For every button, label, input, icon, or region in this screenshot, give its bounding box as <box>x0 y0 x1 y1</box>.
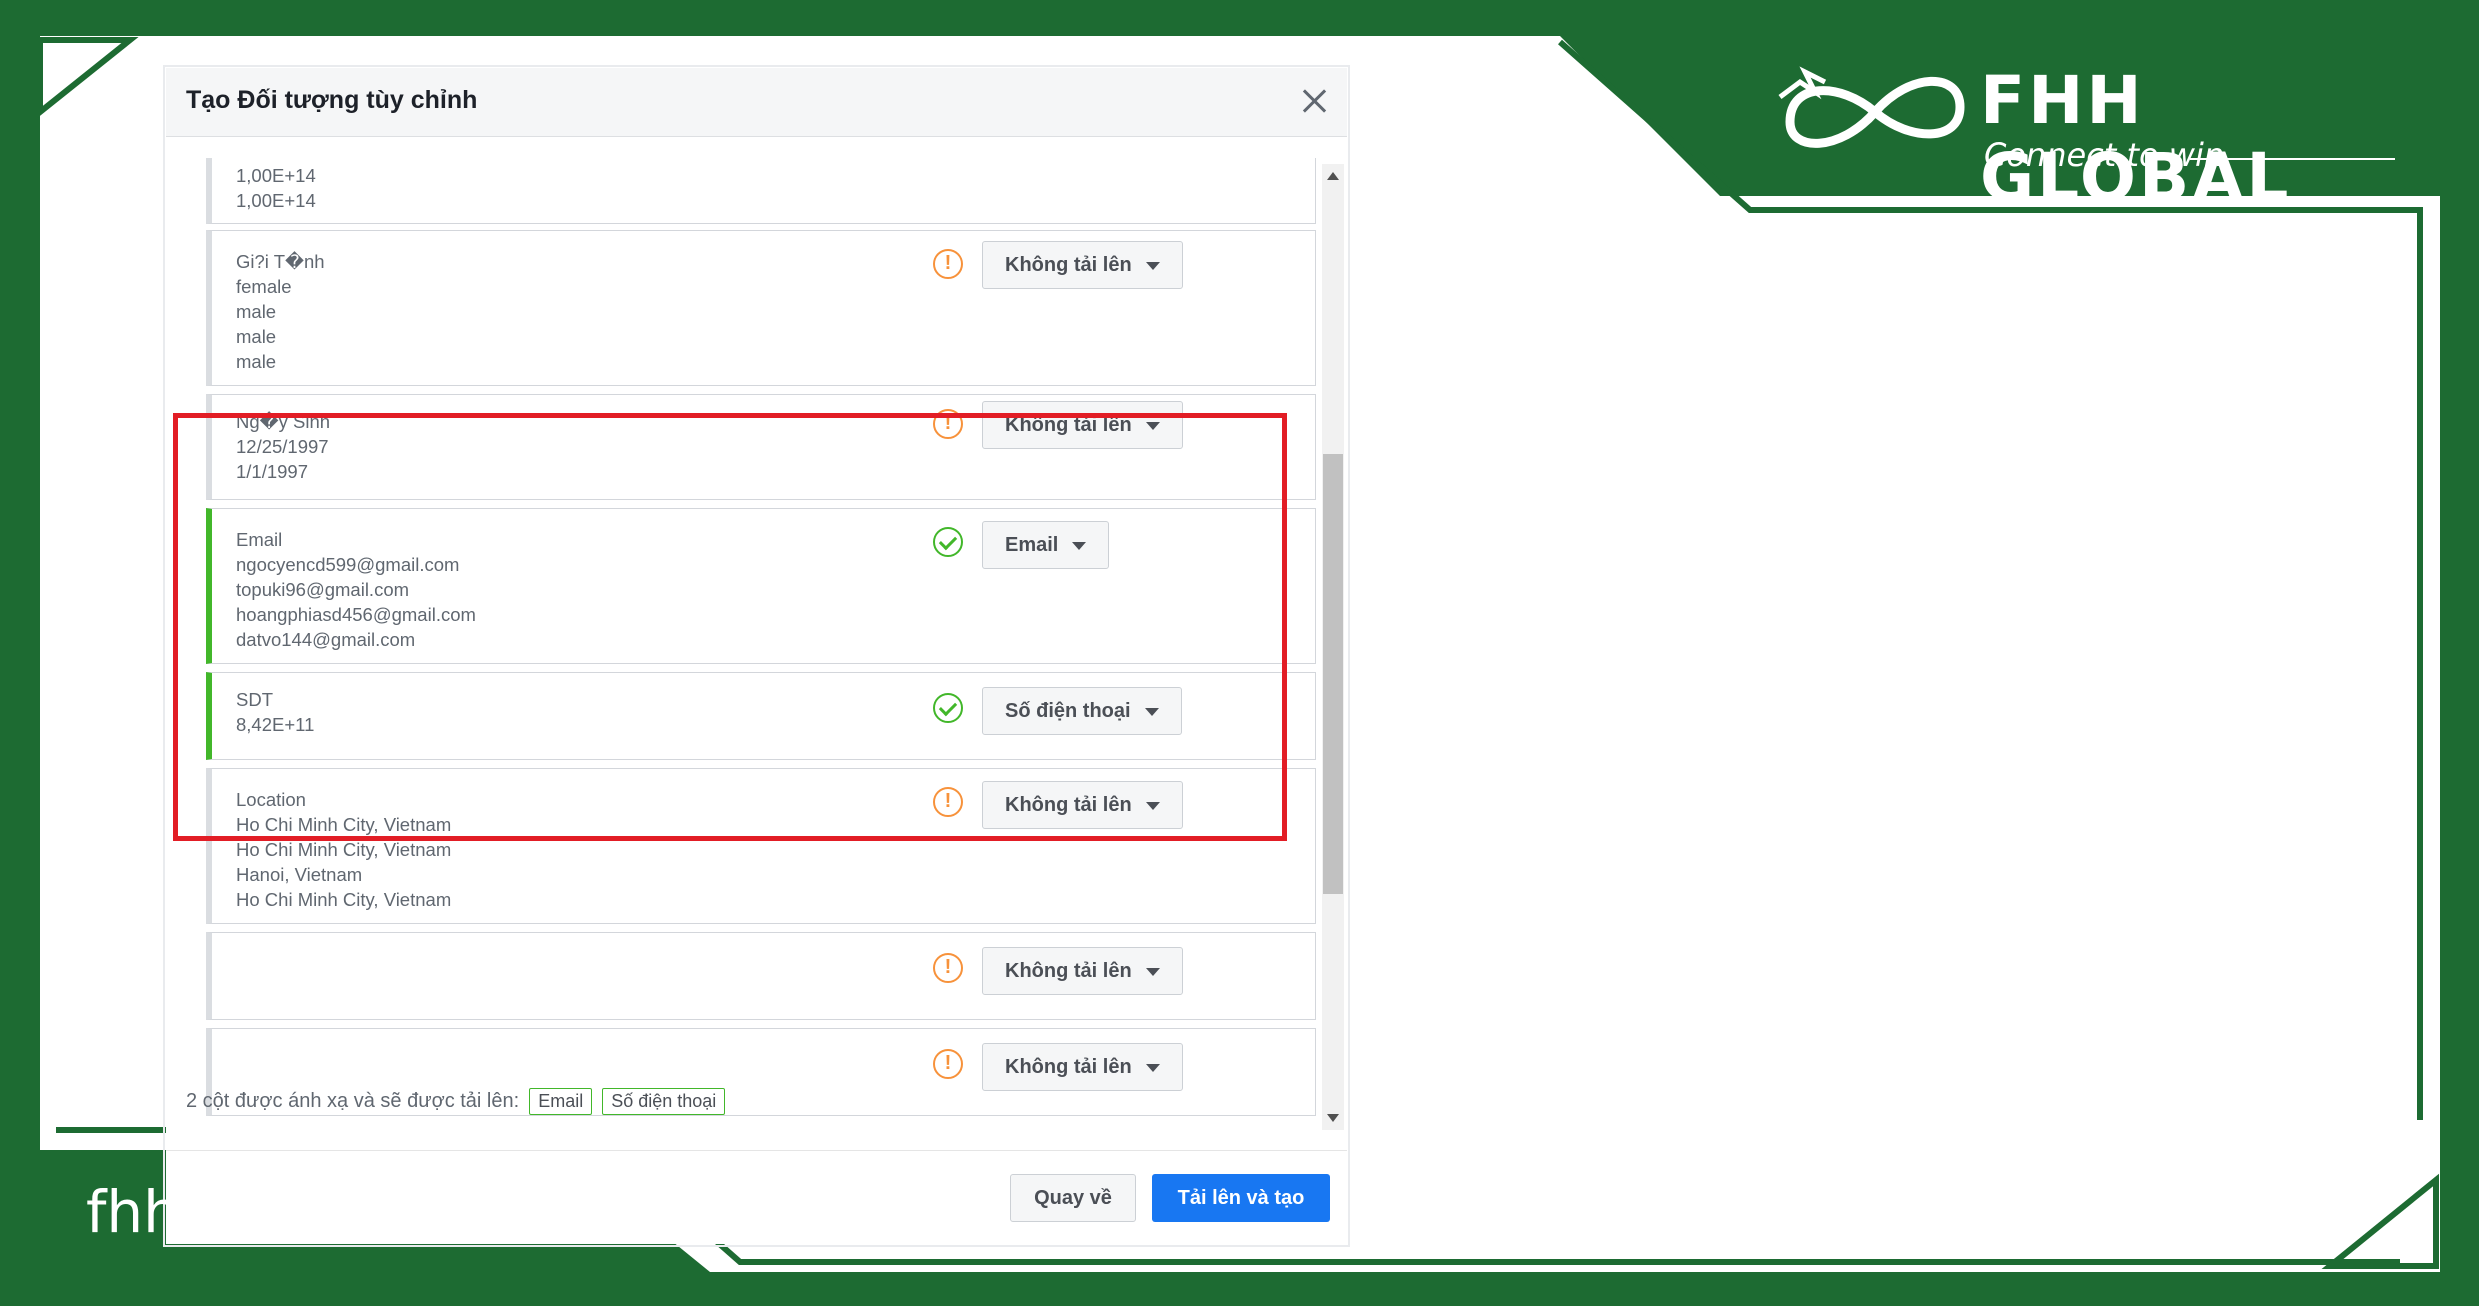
mapping-dropdown-label: Số điện thoại <box>1005 700 1131 722</box>
caret-down-icon <box>1145 801 1160 810</box>
scrollbar[interactable] <box>1322 164 1344 1130</box>
mapping-row-email: Email ngocyencd599@gmail.com topuki96@gm… <box>206 508 1316 664</box>
mapped-columns-note: 2 cột được ánh xạ và sẽ được tải lên: Ema… <box>186 1088 726 1115</box>
warning-icon <box>933 953 963 983</box>
mapped-columns-text: 2 cột được ánh xạ và sẽ được tải lên: <box>186 1090 520 1112</box>
close-icon[interactable] <box>1299 86 1329 116</box>
caret-down-icon <box>1145 1063 1160 1072</box>
row-value: Ho Chi Minh City, Vietnam <box>236 814 452 835</box>
scroll-up-arrow-icon[interactable] <box>1327 172 1339 180</box>
dragon-infinity-icon <box>1778 66 1965 148</box>
row-value: topuki96@gmail.com <box>236 579 410 600</box>
row-value: 12/25/1997 <box>236 436 329 457</box>
tagline-underline <box>2190 158 2395 160</box>
mapping-dropdown[interactable]: Không tải lên <box>982 781 1183 829</box>
dialog-title: Tạo Đối tượng tùy chỉnh <box>186 86 478 114</box>
mapped-chip-phone: Số điện thoại <box>602 1088 726 1115</box>
row-value: male <box>236 351 277 372</box>
warning-icon <box>933 409 963 439</box>
check-circle-icon <box>933 693 963 723</box>
mapping-row-phone: SDT 8,42E+11 Số điện thoại <box>206 672 1316 760</box>
back-button[interactable]: Quay về <box>1010 1174 1136 1222</box>
warning-icon <box>933 787 963 817</box>
mapping-row: 1,00E+14 1,00E+14 <box>206 158 1316 224</box>
row-value: ngocyencd599@gmail.com <box>236 554 460 575</box>
warning-icon <box>933 249 963 279</box>
brand-tagline: Connect to win <box>1984 136 2225 174</box>
mapping-dropdown-label: Email <box>1005 534 1059 556</box>
column-header: SDT <box>236 689 273 710</box>
caret-down-icon <box>1145 421 1160 430</box>
column-header: Gi?i T�nh <box>236 251 325 272</box>
upload-and-create-button[interactable]: Tải lên và tạo <box>1152 1174 1330 1222</box>
scroll-down-arrow-icon[interactable] <box>1327 1114 1339 1122</box>
mapping-dropdown-label: Không tải lên <box>1005 254 1132 276</box>
create-custom-audience-dialog: Tạo Đối tượng tùy chỉnh 1,00E+14 1,00E+1… <box>166 68 1347 1244</box>
dialog-header: Tạo Đối tượng tùy chỉnh <box>166 68 1347 137</box>
warning-icon <box>933 1049 963 1079</box>
brand-logo: FHH GLOBAL Connect to win <box>1770 52 2420 216</box>
mapping-dropdown[interactable]: Không tải lên <box>982 241 1183 289</box>
column-header: Location <box>236 789 306 810</box>
caret-down-icon <box>1145 967 1160 976</box>
mapping-dropdown[interactable]: Email <box>982 521 1110 569</box>
mapping-dropdown-label: Không tải lên <box>1005 414 1132 436</box>
mapping-row-location: Location Ho Chi Minh City, Vietnam Ho Ch… <box>206 768 1316 924</box>
column-header: Ng�y Sinh <box>236 411 331 432</box>
row-value: 1,00E+14 <box>236 165 316 186</box>
mapping-dropdown[interactable]: Không tải lên <box>982 401 1183 449</box>
mapping-row-birthday: Ng�y Sinh 12/25/1997 1/1/1997 Không tải … <box>206 394 1316 500</box>
mapping-dropdown-label: Không tải lên <box>1005 1056 1132 1078</box>
row-value: 1/1/1997 <box>236 461 309 482</box>
column-mapping-list[interactable]: 1,00E+14 1,00E+14 Gi?i T�nh female male … <box>166 158 1347 1135</box>
row-value: Hanoi, Vietnam <box>236 864 363 885</box>
footer-divider <box>166 1150 1347 1151</box>
row-value: Ho Chi Minh City, Vietnam <box>236 839 452 860</box>
mapped-chip-email: Email <box>529 1088 593 1115</box>
row-value: datvo144@gmail.com <box>236 629 416 650</box>
row-value: male <box>236 326 277 347</box>
mapping-dropdown[interactable]: Số điện thoại <box>982 687 1182 735</box>
row-value: hoangphiasd456@gmail.com <box>236 604 476 625</box>
scrollbar-thumb[interactable] <box>1323 454 1343 894</box>
row-value: 1,00E+14 <box>236 190 316 211</box>
row-value: 8,42E+11 <box>236 714 315 735</box>
mapping-dropdown[interactable]: Không tải lên <box>982 947 1183 995</box>
caret-down-icon <box>1144 707 1159 716</box>
mapping-dropdown-label: Không tải lên <box>1005 794 1132 816</box>
caret-down-icon <box>1145 261 1160 270</box>
column-header: Email <box>236 529 283 550</box>
mapping-dropdown-label: Không tải lên <box>1005 960 1132 982</box>
check-circle-icon <box>933 527 963 557</box>
row-value: male <box>236 301 277 322</box>
caret-down-icon <box>1072 541 1087 550</box>
mapping-dropdown[interactable]: Không tải lên <box>982 1043 1183 1091</box>
row-value: female <box>236 276 292 297</box>
row-value: Ho Chi Minh City, Vietnam <box>236 889 452 910</box>
mapping-row-empty: Không tải lên <box>206 932 1316 1020</box>
mapping-row-gender: Gi?i T�nh female male male male Không tả… <box>206 230 1316 386</box>
